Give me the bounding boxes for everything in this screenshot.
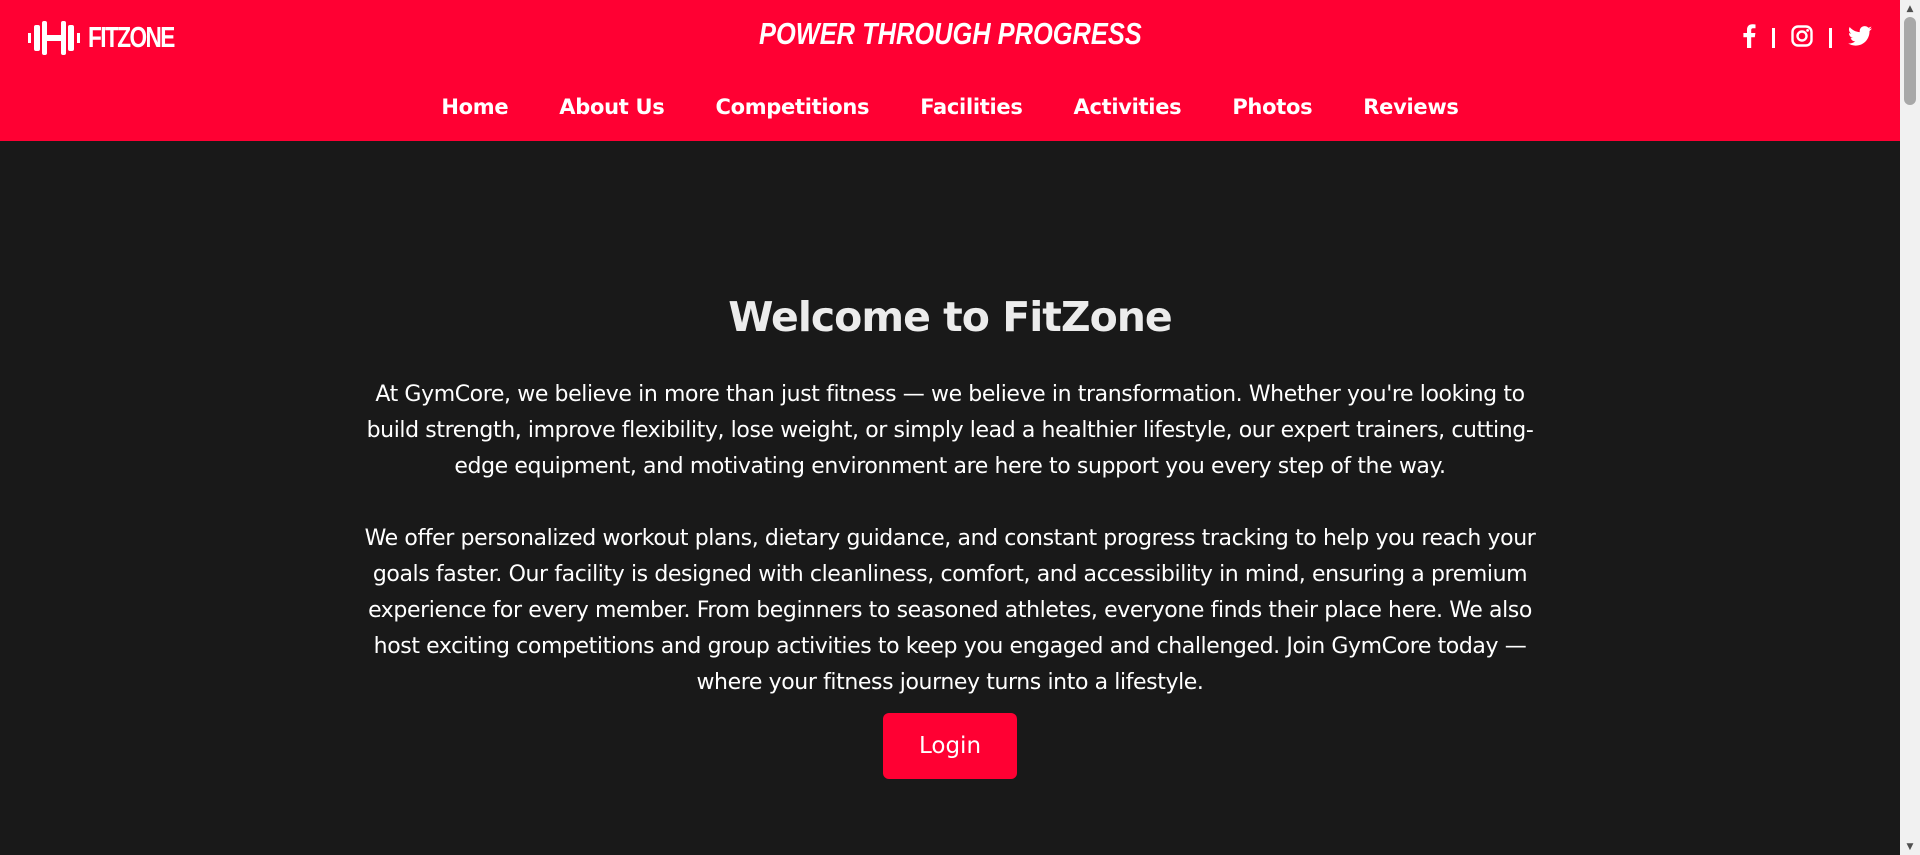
scroll-up-arrow-icon[interactable]: ▲ xyxy=(1900,0,1920,17)
nav-about-us[interactable]: About Us xyxy=(533,95,664,119)
instagram-icon xyxy=(1791,25,1813,51)
nav-reviews[interactable]: Reviews xyxy=(1337,95,1459,119)
scroll-down-arrow-icon[interactable]: ▼ xyxy=(1900,838,1920,855)
nav-activities[interactable]: Activities xyxy=(1048,95,1182,119)
instagram-link[interactable] xyxy=(1791,25,1813,51)
scrollbar-thumb[interactable] xyxy=(1904,17,1916,105)
vertical-scrollbar[interactable]: ▲ ▼ xyxy=(1900,0,1920,855)
facebook-link[interactable] xyxy=(1742,24,1756,52)
page-title: Welcome to FitZone xyxy=(728,293,1173,341)
tagline-text: POWER THROUGH PROGRESS xyxy=(758,16,1142,51)
facebook-icon xyxy=(1742,24,1756,52)
nav-home[interactable]: Home xyxy=(441,95,508,119)
twitter-icon xyxy=(1848,26,1872,50)
social-links xyxy=(1742,24,1872,52)
welcome-section: Welcome to FitZone At GymCore, we believ… xyxy=(0,141,1900,855)
nav-competitions[interactable]: Competitions xyxy=(689,95,869,119)
site-header: FITZONE POWER THROUGH PROGRESS Home Abou… xyxy=(0,0,1900,141)
login-button[interactable]: Login xyxy=(883,713,1017,779)
twitter-link[interactable] xyxy=(1848,26,1872,50)
nav-photos[interactable]: Photos xyxy=(1206,95,1312,119)
intro-paragraph: At GymCore, we believe in more than just… xyxy=(366,382,1534,479)
social-divider xyxy=(1772,28,1775,48)
intro-paragraph: We offer personalized workout plans, die… xyxy=(364,526,1536,695)
page: FITZONE POWER THROUGH PROGRESS Home Abou… xyxy=(0,0,1920,855)
header-tagline: POWER THROUGH PROGRESS xyxy=(0,16,1900,52)
social-divider xyxy=(1829,28,1832,48)
nav-facilities[interactable]: Facilities xyxy=(894,95,1023,119)
main-nav: Home About Us Competitions Facilities Ac… xyxy=(0,95,1900,119)
